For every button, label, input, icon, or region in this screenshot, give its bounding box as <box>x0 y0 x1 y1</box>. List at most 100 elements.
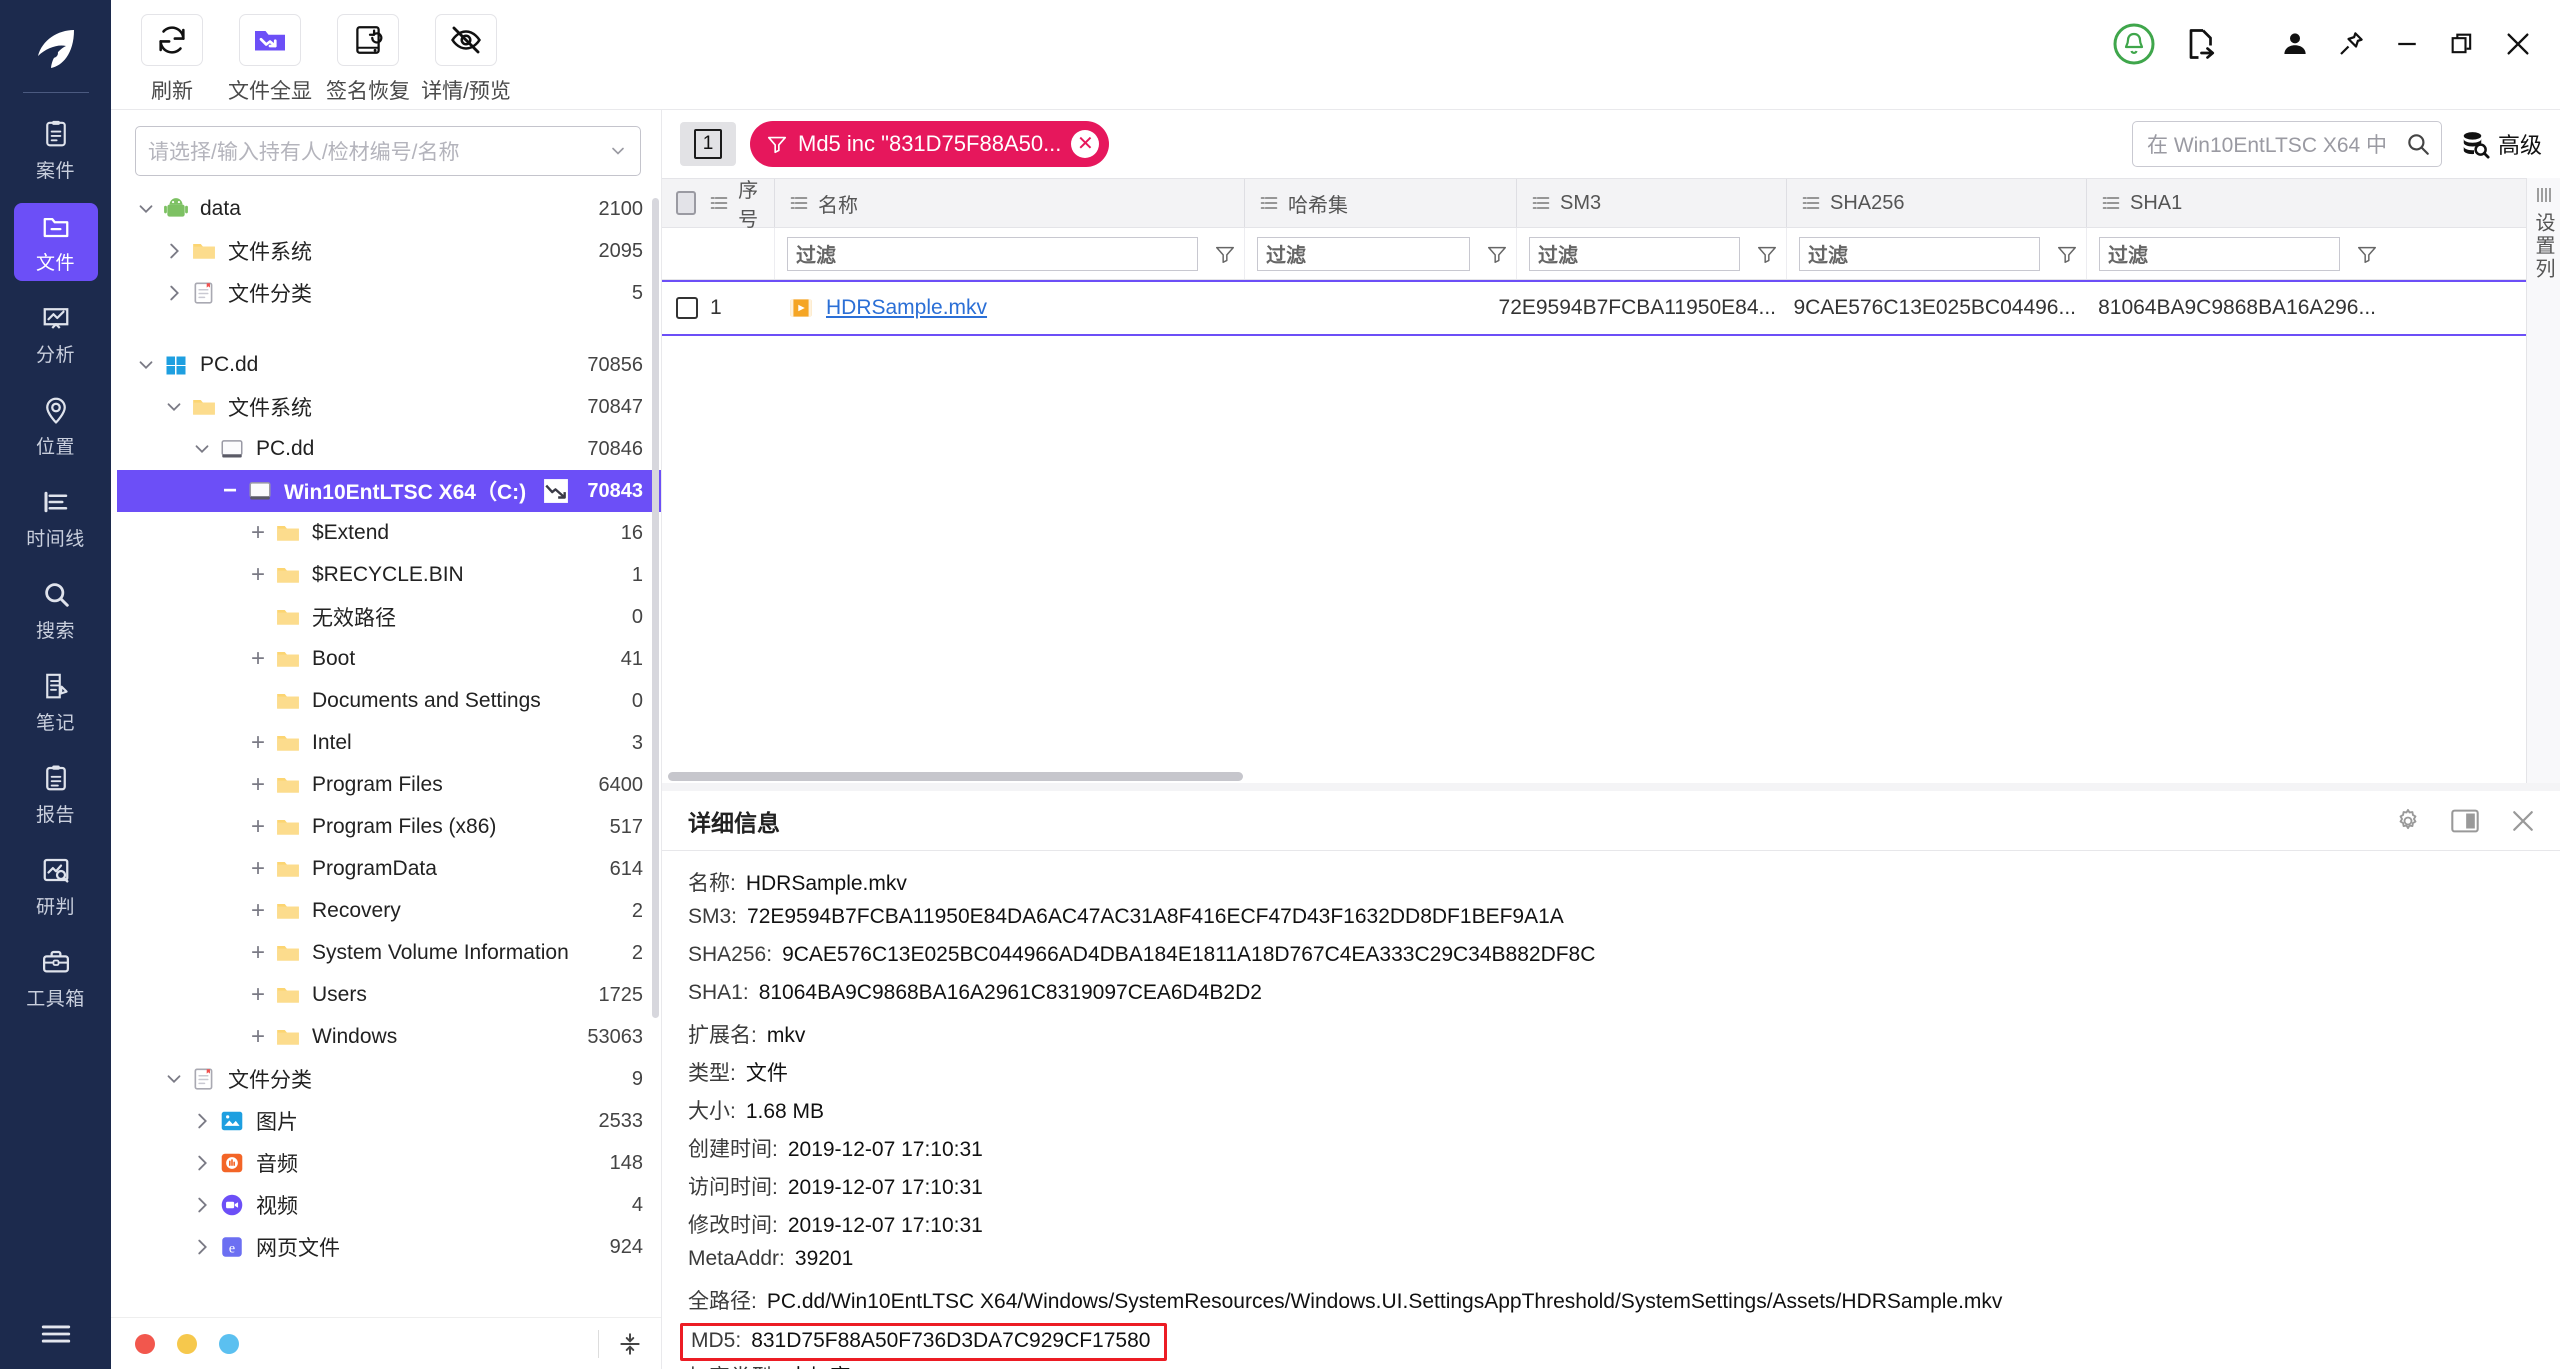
tree-node[interactable]: 文件分类 9 <box>117 1058 661 1100</box>
gear-icon[interactable] <box>2394 807 2422 835</box>
tree-twisty[interactable] <box>187 1152 217 1174</box>
tree-twisty[interactable] <box>187 1110 217 1132</box>
sidebar-item-3[interactable]: 分析 <box>14 295 98 373</box>
sidebar-item-8[interactable]: 报告 <box>14 755 98 833</box>
tree-node[interactable]: + $Extend 16 <box>117 512 661 554</box>
close-circle-icon[interactable]: ✕ <box>1071 130 1100 158</box>
restore-window-icon[interactable] <box>2448 30 2476 58</box>
table-hscrollbar-thumb[interactable] <box>668 772 1243 781</box>
table-row[interactable]: 1 HDRSample.mkv 72E9594B7FCBA11950E84... 9C… <box>662 280 2560 336</box>
search-icon[interactable] <box>2405 131 2431 157</box>
tree-node[interactable]: 音频 148 <box>117 1142 661 1184</box>
tree-twisty[interactable] <box>159 1068 189 1090</box>
tree-twisty[interactable]: + <box>243 1025 273 1049</box>
tree-twisty[interactable]: + <box>243 521 273 545</box>
tree-node[interactable]: − Win10EntLTSC X64（C:) 70843 <box>117 470 661 512</box>
row-checkbox[interactable] <box>676 297 698 319</box>
tree-node[interactable]: 图片 2533 <box>117 1100 661 1142</box>
collapse-expand-icon[interactable] <box>617 1331 643 1357</box>
panel-layout-icon[interactable] <box>2450 808 2480 834</box>
tree-node[interactable]: 文件系统 70847 <box>117 386 661 428</box>
file-tree[interactable]: data 2100 文件系统 2095 文件分类 5 PC.dd 70856 文件系统 70847… <box>111 188 661 1317</box>
tree-node[interactable]: + ProgramData 614 <box>117 848 661 890</box>
tree-node[interactable]: + $RECYCLE.BIN 1 <box>117 554 661 596</box>
sidebar-item-6[interactable]: 搜索 <box>14 571 98 649</box>
tree-twisty[interactable]: + <box>243 773 273 797</box>
page-indicator[interactable]: 1 <box>680 122 736 166</box>
tree-twisty[interactable]: + <box>243 815 273 839</box>
column-filter-input[interactable]: 过滤 <box>787 236 1198 271</box>
menu-hamburger-icon[interactable] <box>39 1317 73 1351</box>
tree-node[interactable]: e 网页文件 924 <box>117 1226 661 1268</box>
table-column-header[interactable]: SHA1 <box>2086 179 2386 227</box>
tree-twisty[interactable] <box>187 1236 217 1258</box>
tree-node[interactable]: 文件分类 5 <box>117 272 661 314</box>
tree-twisty[interactable]: + <box>243 983 273 1007</box>
tree-scrollbar[interactable] <box>652 198 659 1018</box>
column-settings-rail[interactable]: 设置列 <box>2526 178 2560 783</box>
minimize-icon[interactable] <box>2392 29 2422 59</box>
tree-twisty[interactable] <box>187 1194 217 1216</box>
close-icon[interactable] <box>2508 806 2538 836</box>
tree-node[interactable]: + Recovery 2 <box>117 890 661 932</box>
column-filter-input[interactable]: 过滤 <box>1529 236 1740 271</box>
user-account-icon[interactable] <box>2280 29 2310 59</box>
tree-twisty[interactable] <box>131 198 161 220</box>
tree-node[interactable]: data 2100 <box>117 188 661 230</box>
funnel-icon[interactable] <box>2056 243 2078 265</box>
table-hscrollbar[interactable] <box>662 769 2560 783</box>
toolbar-button-3[interactable]: 签名恢复 <box>326 14 410 105</box>
tree-twisty[interactable]: + <box>243 941 273 965</box>
tree-twisty[interactable] <box>187 438 217 460</box>
sidebar-item-10[interactable]: 工具箱 <box>14 939 98 1017</box>
tree-twisty[interactable] <box>159 396 189 418</box>
tree-twisty[interactable] <box>159 240 189 262</box>
tree-node[interactable]: 无效路径 0 <box>117 596 661 638</box>
tree-node[interactable]: + Windows 53063 <box>117 1016 661 1058</box>
tree-node[interactable]: PC.dd 70846 <box>117 428 661 470</box>
close-window-icon[interactable] <box>2502 28 2534 60</box>
active-filter-chip[interactable]: Md5 inc "831D75F88A50... ✕ <box>750 121 1110 167</box>
table-column-header[interactable]: 序号 <box>662 179 774 231</box>
tree-node[interactable]: + Program Files (x86) 517 <box>117 806 661 848</box>
tree-twisty[interactable]: − <box>215 479 245 503</box>
sidebar-item-5[interactable]: 时间线 <box>14 479 98 557</box>
tree-twisty[interactable] <box>131 354 161 376</box>
export-file-icon[interactable] <box>2182 26 2218 62</box>
tree-twisty[interactable]: + <box>243 647 273 671</box>
tree-node[interactable]: 文件系统 2095 <box>117 230 661 272</box>
sidebar-item-7[interactable]: 笔记 <box>14 663 98 741</box>
owner-select[interactable]: 请选择/输入持有人/检材编号/名称 <box>135 126 641 176</box>
toolbar-button-4[interactable]: 详情/预览 <box>421 14 511 105</box>
funnel-icon[interactable] <box>2356 243 2378 265</box>
sidebar-item-2[interactable]: 文件 <box>13 203 98 281</box>
table-column-header[interactable]: SHA256 <box>1786 179 2086 227</box>
search-input[interactable]: 在 Win10EntLTSC X64 中 <box>2131 121 2442 167</box>
tree-node[interactable]: + System Volume Information 2 <box>117 932 661 974</box>
table-column-header[interactable]: SM3 <box>1516 179 1786 227</box>
pin-icon[interactable] <box>2336 29 2366 59</box>
tree-twisty[interactable]: + <box>243 899 273 923</box>
toolbar-button-1[interactable]: 刷新 <box>133 14 211 105</box>
tree-twisty[interactable] <box>159 282 189 304</box>
funnel-icon[interactable] <box>1486 243 1508 265</box>
column-filter-input[interactable]: 过滤 <box>2099 236 2340 271</box>
sidebar-item-9[interactable]: 研判 <box>14 847 98 925</box>
tree-node[interactable]: + Program Files 6400 <box>117 764 661 806</box>
tree-twisty[interactable]: + <box>243 731 273 755</box>
table-column-header[interactable]: 哈希集 <box>1244 179 1516 227</box>
tree-node[interactable]: + Boot 41 <box>117 638 661 680</box>
tree-node[interactable]: + Users 1725 <box>117 974 661 1016</box>
sidebar-item-1[interactable]: 案件 <box>14 111 98 189</box>
notification-bell-icon[interactable] <box>2112 22 2156 66</box>
tree-node[interactable]: + Intel 3 <box>117 722 661 764</box>
toolbar-button-2[interactable]: 文件全显 <box>228 14 312 105</box>
funnel-icon[interactable] <box>1214 243 1236 265</box>
funnel-icon[interactable] <box>1756 243 1778 265</box>
column-filter-input[interactable]: 过滤 <box>1257 236 1470 271</box>
select-all-checkbox[interactable] <box>676 191 697 215</box>
advanced-search-button[interactable]: 高级 <box>2460 128 2542 160</box>
tree-node[interactable]: Documents and Settings 0 <box>117 680 661 722</box>
tree-twisty[interactable]: + <box>243 857 273 881</box>
tree-node[interactable]: PC.dd 70856 <box>117 344 661 386</box>
